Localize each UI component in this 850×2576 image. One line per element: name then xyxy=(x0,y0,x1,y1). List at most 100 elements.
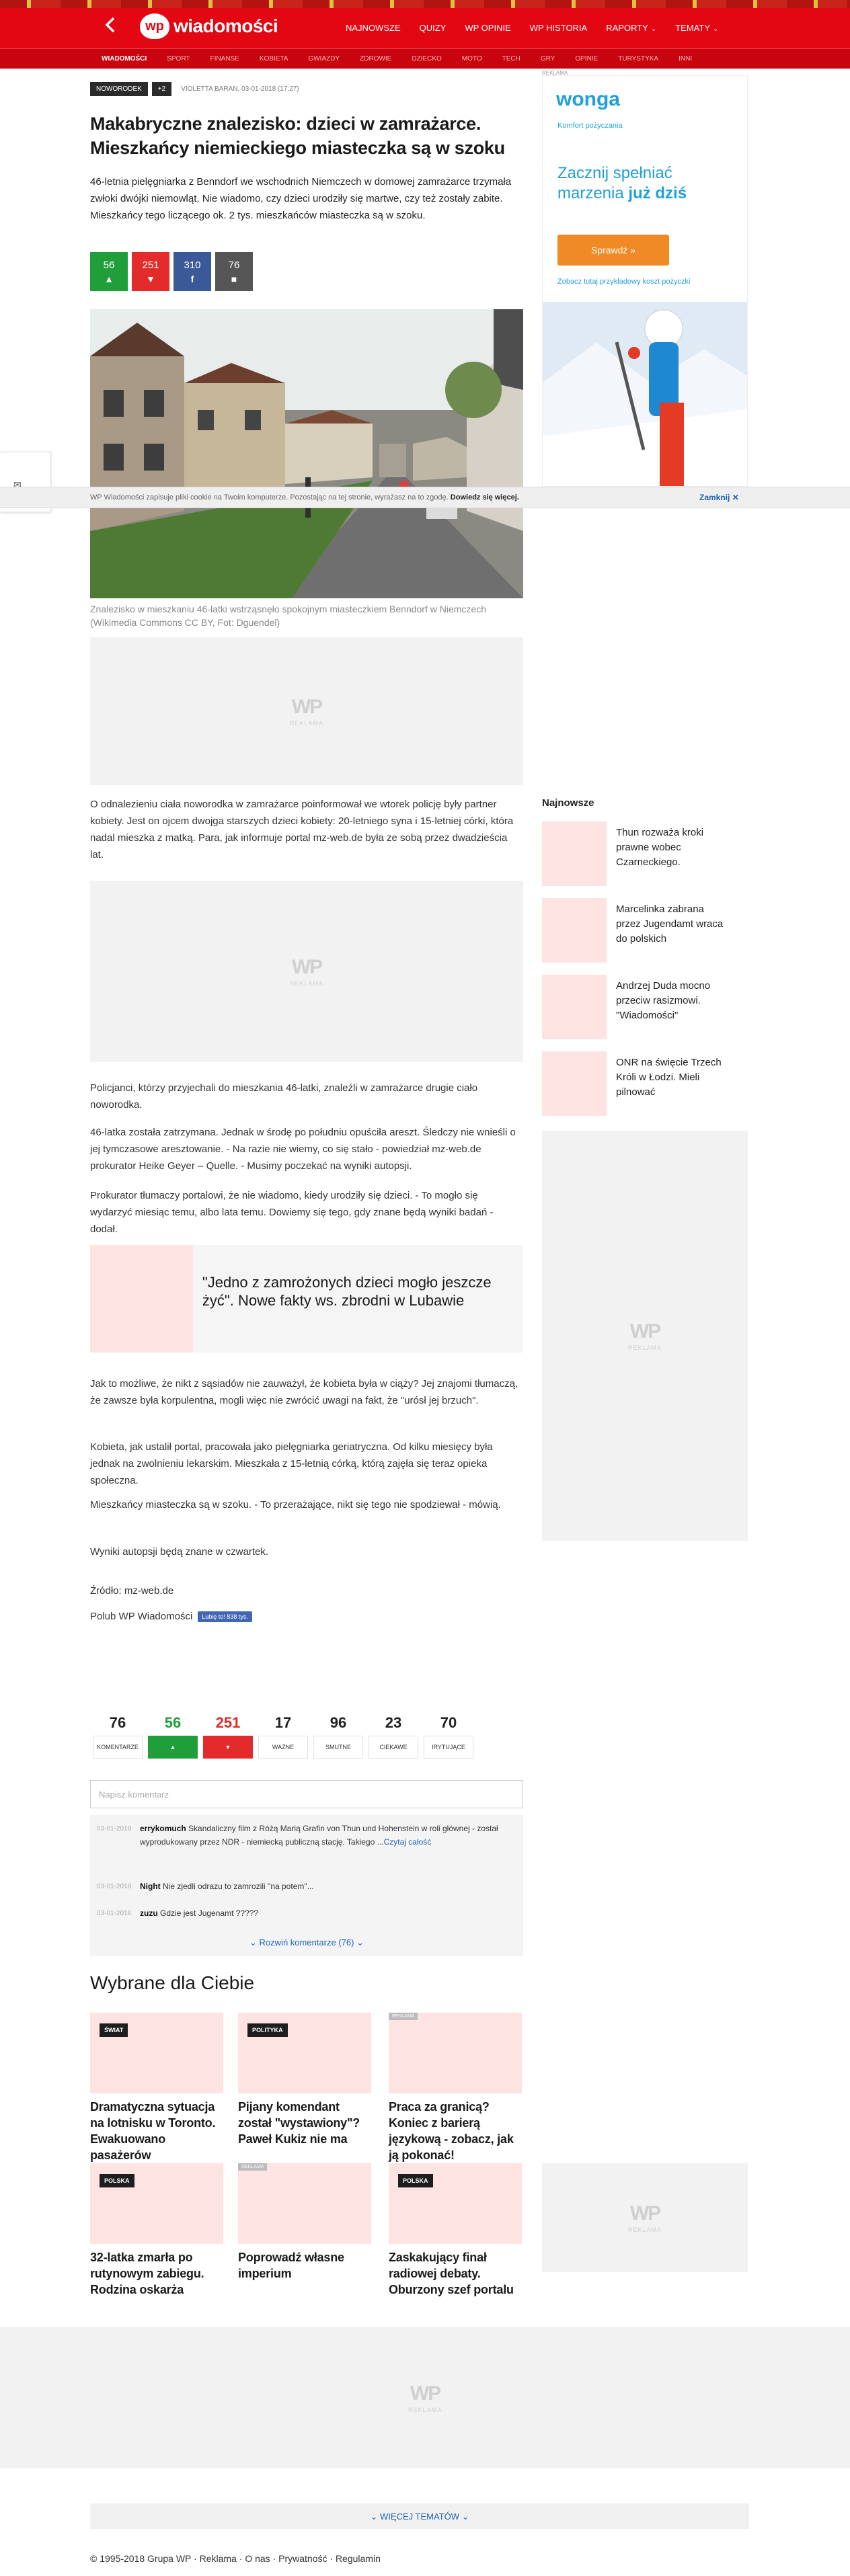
bottom-ad-slot[interactable]: WP REKLAMA xyxy=(0,2327,850,2468)
sidebar-ad-slot[interactable]: WP REKLAMA xyxy=(542,1131,748,1541)
chevron-down-icon: ⌄ xyxy=(713,26,719,33)
counter-ciekawe[interactable]: 23 CIEKAWE xyxy=(366,1714,421,1759)
recommended-card[interactable]: REKLAMA Praca za granicą? Koniec z barier… xyxy=(389,2013,522,2163)
expand-comments-button[interactable]: ⌄ Rozwiń komentarze (76) ⌄ xyxy=(90,1937,523,1948)
recommended-card[interactable]: POLITYKA Pijany komendant został "wystawi… xyxy=(238,2013,371,2147)
ad-label: REKLAMA xyxy=(408,2407,442,2413)
comment-author[interactable]: errykomuch xyxy=(140,1824,186,1833)
footer-link-prywatnosc[interactable]: Prywatność xyxy=(278,2553,327,2564)
latest-news-item[interactable]: Thun rozważa kroki prawne wobec Czarneck… xyxy=(542,821,724,886)
nav-najnowsze[interactable]: NAJNOWSZE xyxy=(336,20,410,36)
section-gwiazdy[interactable]: GWIAZDY xyxy=(298,49,350,71)
counter-irytujace[interactable]: 70 IRYTUJĄCE xyxy=(421,1714,476,1759)
counter-dislikes[interactable]: 251 ▼ xyxy=(200,1714,256,1759)
cookie-close-button[interactable]: Zamknij ✕ xyxy=(699,493,739,502)
facebook-share-button[interactable]: 310 f xyxy=(173,252,211,291)
top-promo-strip[interactable] xyxy=(0,0,850,8)
nav-tematy-label: TEMATY xyxy=(675,23,710,33)
article-tag[interactable]: NOWORODEK xyxy=(90,82,148,96)
comment-author[interactable]: Night xyxy=(140,1882,161,1891)
more-topics-button[interactable]: ⌄ WIĘCEJ TEMATÓW ⌄ xyxy=(90,2503,749,2529)
dislike-button[interactable]: 251 ▼ xyxy=(132,252,169,291)
comment-input[interactable]: Napisz komentarz xyxy=(90,1780,523,1808)
recommended-card[interactable]: POLSKA 32-latka zmarła po rutynowym zabie… xyxy=(90,2163,223,2298)
section-tech[interactable]: TECH xyxy=(492,49,531,71)
facebook-like-button[interactable]: Lubię to! 838 tys. xyxy=(198,1611,252,1622)
counter-value: 76 xyxy=(109,1714,126,1731)
section-wiadomosci[interactable]: WIADOMOŚCI xyxy=(91,49,157,71)
wonga-headline: Zacznij spełniać marzenia już dziś xyxy=(557,163,687,204)
wonga-note[interactable]: Zobacz tutaj przykładowy koszt pożyczki xyxy=(557,278,690,286)
footer-link-o-nas[interactable]: O nas xyxy=(245,2553,270,2564)
article-byline: VIOLETTA BARAN, 03-01-2018 (17:27) xyxy=(181,85,299,93)
chevron-down-icon: ⌄ xyxy=(356,1937,364,1947)
wp-placeholder-logo: WP REKLAMA xyxy=(627,1320,662,1351)
cookie-learn-more-link[interactable]: Dowiedz się więcej. xyxy=(451,493,519,501)
counter-label: WAŻNE xyxy=(258,1736,308,1759)
related-article-box[interactable]: "Jedno z zamrożonych dzieci mogło jeszcz… xyxy=(90,1245,523,1353)
counter-likes[interactable]: 56 ▲ xyxy=(145,1714,200,1759)
comment-text: Skandaliczny film z Różą Marią Grafin vo… xyxy=(140,1824,498,1847)
section-opinie[interactable]: OPINIE xyxy=(565,49,608,71)
copyright: © 1995-2018 Grupa WP xyxy=(90,2553,192,2564)
latest-news-item[interactable]: Marcelinka zabrana przez Jugendamt wraca… xyxy=(542,898,724,963)
cookie-close-label: Zamknij xyxy=(699,493,730,502)
sidebar-ad[interactable]: wonga Komfort pożyczania Zacznij spełnia… xyxy=(542,75,748,487)
comments-list: 03-01-2018 errykomuch Skandaliczny film … xyxy=(90,1815,523,1956)
article-photo[interactable] xyxy=(90,309,523,598)
back-arrow-icon[interactable] xyxy=(101,15,121,35)
nav-wp-historia[interactable]: WP HISTORIA xyxy=(520,20,596,36)
footer-link-reklama[interactable]: Reklama xyxy=(200,2553,237,2564)
section-moto[interactable]: MOTO xyxy=(452,49,492,71)
comment-author[interactable]: zuzu xyxy=(140,1908,158,1918)
section-turystyka[interactable]: TURYSTYKA xyxy=(608,49,668,71)
article-paragraph: Policjanci, którzy przyjechali do mieszk… xyxy=(90,1082,478,1111)
recommended-card-title: Pijany komendant został "wystawiony"? Pa… xyxy=(238,2100,360,2146)
counter-comments[interactable]: 76 KOMENTARZE xyxy=(90,1714,145,1759)
related-article-image xyxy=(90,1245,193,1353)
counter-wazne[interactable]: 17 WAŻNE xyxy=(256,1714,311,1759)
latest-news-title: Thun rozważa kroki prawne wobec Czarneck… xyxy=(616,827,704,868)
counter-smutne[interactable]: 96 SMUTNE xyxy=(311,1714,366,1759)
wp-placeholder-logo: WP REKLAMA xyxy=(289,696,323,727)
recommended-card-image: REKLAMA xyxy=(389,2013,522,2093)
ad-slot[interactable]: WP REKLAMA xyxy=(90,637,523,785)
section-finanse[interactable]: FINANSE xyxy=(200,49,249,71)
ad-label: REKLAMA xyxy=(627,1344,662,1351)
ad-slot[interactable]: WP REKLAMA xyxy=(542,2163,748,2272)
section-gry[interactable]: GRY xyxy=(531,49,566,71)
nav-tematy[interactable]: TEMATY ⌄ xyxy=(666,20,728,36)
wonga-cta-button[interactable]: Sprawdź » xyxy=(557,235,669,266)
like-button[interactable]: 56 ▲ xyxy=(90,252,128,291)
facebook-icon: f xyxy=(190,273,194,284)
latest-news-item[interactable]: ONR na święcie Trzech Króli w Łodzi. Mie… xyxy=(542,1051,724,1116)
section-inni[interactable]: INNI xyxy=(668,49,702,71)
nav-raporty[interactable]: RAPORTY ⌄ xyxy=(596,20,666,36)
latest-news-item[interactable]: Andrzej Duda mocno przeciw rasizmowi. "W… xyxy=(542,975,724,1039)
section-kobieta[interactable]: KOBIETA xyxy=(249,49,299,71)
read-more-link[interactable]: Czytaj całość xyxy=(384,1837,432,1847)
recommended-card-image: POLSKA xyxy=(90,2163,223,2244)
wp-logo-mark: wp xyxy=(140,13,169,39)
thumbs-down-icon: ▼ xyxy=(146,273,155,284)
ad-badge: REKLAMA xyxy=(389,2013,418,2020)
section-dziecko[interactable]: DZIECKO xyxy=(401,49,451,71)
comments-button[interactable]: 76 ■ xyxy=(215,252,253,291)
recommended-card-title: Poprowadź własne imperium xyxy=(238,2251,344,2280)
recommended-card[interactable]: POLSKA Zaskakujący finał radiowej debaty.… xyxy=(389,2163,522,2298)
latest-news-thumbnail xyxy=(542,1051,607,1116)
nav-wp-opinie[interactable]: WP OPINIE xyxy=(455,20,520,36)
article-source: Źródło: mz-web.de xyxy=(90,1585,174,1597)
nav-quizy[interactable]: QUIZY xyxy=(410,20,456,36)
chevron-down-icon: ⌄ xyxy=(249,1937,257,1947)
footer-link-regulamin[interactable]: Regulamin xyxy=(336,2553,381,2564)
site-logo[interactable]: wp wiadomości xyxy=(140,12,278,40)
thumbs-up-icon: ▲ xyxy=(148,1736,198,1759)
ad-label: REKLAMA xyxy=(289,980,323,987)
ad-slot[interactable]: WP REKLAMA xyxy=(90,881,523,1062)
article-tag-more[interactable]: +2 xyxy=(151,82,172,96)
recommended-card[interactable]: ŚWIAT Dramatyczna sytuacja na lotnisku w … xyxy=(90,2013,223,2163)
recommended-card[interactable]: REKLAMA Poprowadź własne imperium xyxy=(238,2163,371,2282)
section-zdrowie[interactable]: ZDROWIE xyxy=(350,49,401,71)
section-sport[interactable]: SPORT xyxy=(157,49,200,71)
